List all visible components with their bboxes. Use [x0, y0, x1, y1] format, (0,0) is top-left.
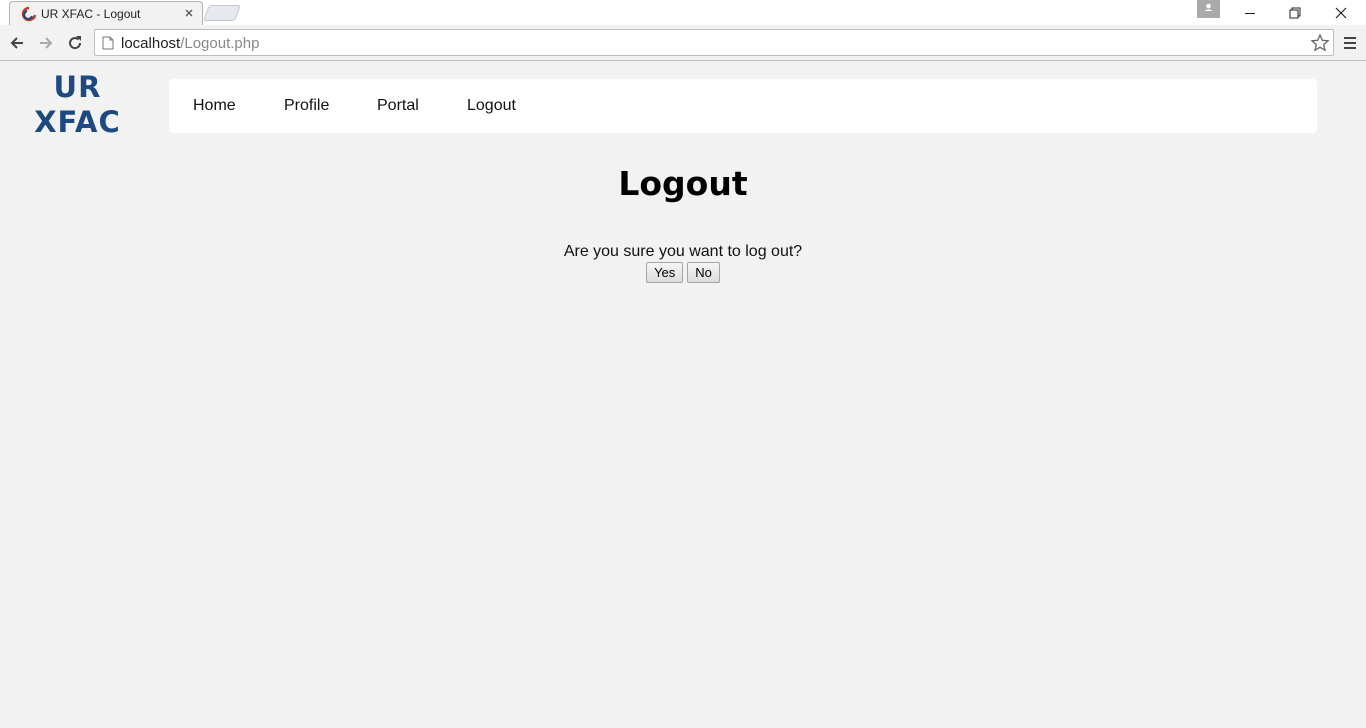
browser-toolbar: localhost/Logout.php — [0, 25, 1366, 61]
site-favicon-icon — [21, 6, 37, 22]
reload-icon[interactable] — [65, 33, 85, 53]
hamburger-menu-icon[interactable] — [1342, 34, 1358, 52]
logo-line-2: XFAC — [34, 105, 121, 139]
logo-line-1: UR — [53, 70, 102, 104]
site-logo[interactable]: UR XFAC — [20, 70, 135, 140]
browser-tab[interactable]: UR XFAC - Logout — [9, 1, 203, 25]
no-button[interactable]: No — [687, 262, 720, 283]
page-icon — [102, 36, 114, 50]
new-tab-button[interactable] — [203, 5, 241, 21]
profile-button[interactable] — [1197, 0, 1220, 18]
bookmark-star-icon[interactable] — [1310, 33, 1330, 53]
url-text: localhost/Logout.php — [121, 35, 259, 52]
yes-button[interactable]: Yes — [646, 262, 684, 283]
minimize-icon[interactable] — [1241, 4, 1259, 22]
url-host: localhost — [121, 35, 181, 52]
page-title: Logout — [618, 164, 748, 203]
logout-confirm-text: Are you sure you want to log out? — [563, 243, 803, 260]
url-path: /Logout.php — [180, 35, 260, 52]
back-arrow-icon[interactable] — [7, 33, 27, 53]
restore-icon[interactable] — [1286, 4, 1304, 22]
user-icon — [1204, 3, 1213, 11]
tab-title: UR XFAC - Logout — [41, 7, 141, 21]
close-window-icon[interactable] — [1332, 4, 1350, 22]
tab-strip: UR XFAC - Logout — [0, 0, 1366, 25]
nav-link-logout[interactable]: Logout — [467, 97, 516, 115]
nav-link-home[interactable]: Home — [193, 97, 236, 115]
confirm-button-row: Yes No — [0, 262, 1366, 283]
close-tab-icon[interactable] — [183, 7, 195, 19]
nav-link-profile[interactable]: Profile — [284, 97, 329, 115]
forward-arrow-icon[interactable] — [36, 33, 56, 53]
address-bar[interactable]: localhost/Logout.php — [94, 29, 1334, 56]
site-navbar: Home Profile Portal Logout — [169, 79, 1317, 133]
nav-link-portal[interactable]: Portal — [377, 97, 419, 115]
